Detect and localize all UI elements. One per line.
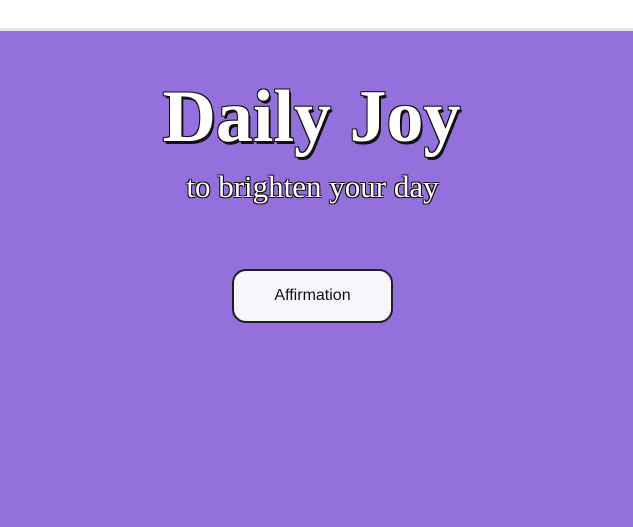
affirmation-button[interactable]: Affirmation [232,269,393,323]
page-background: Daily Joy to brighten your day Affirmati… [0,31,633,527]
browser-top-bar [0,0,633,31]
page-subtitle: to brighten your day [186,169,439,204]
page-title: Daily Joy [162,76,461,158]
